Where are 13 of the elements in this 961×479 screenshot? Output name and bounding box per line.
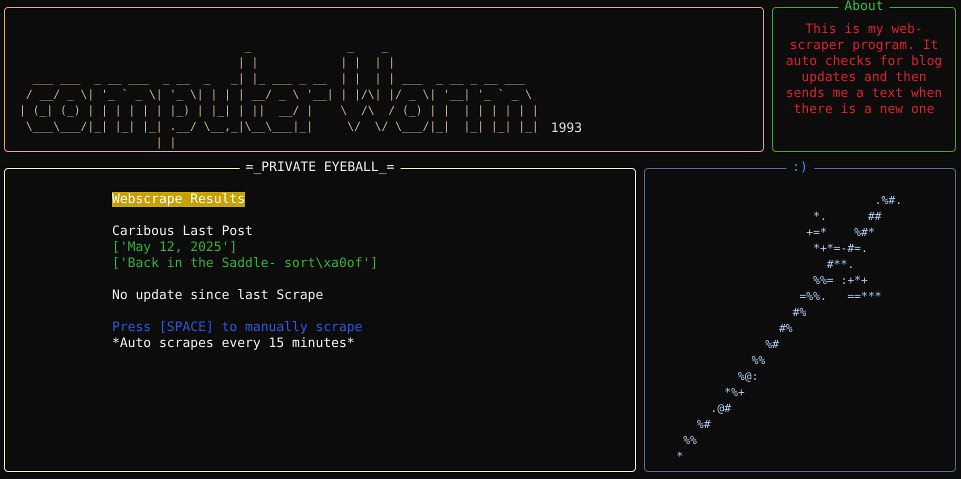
ascii-art-title: _ _ _ | | | | | | ___ ___ _ __ ___ _ __ _ _| |_ ___ _ __ | | | | ___ _ __ _ __ ___ / __/ _ \| '_ ` _ \| '_ \| | | | __/ _ \ '__| | |/\| |/ _ \| '__| '_ ` _ \ | (_| (_) | | | | | | |_) | |_| | || __/ | \ /\ / (_) | | | | | | | | \___\___/|_| |_| |_| .__/ \__,_|\__\___|_| \/ \/ \___/|_| |_| |_| |_| | | (19, 38, 539, 151)
result-line: ['Back in the Saddle- sort\xa0of'] (112, 256, 378, 271)
result-line: ['May 12, 2025'] (112, 240, 238, 255)
about-text: This is my web-scraper program. It auto checks for blog updates and then sends me a text when there is a new one (784, 22, 944, 118)
hint-text: Press [SPACE] to manually scrape (112, 320, 362, 335)
status-text: No update since last Scrape (112, 288, 324, 303)
status-text: Caribous Last Post (112, 224, 253, 239)
panel-title: =_PRIVATE EYEBALL_= (240, 160, 400, 176)
year-label: 1993 (550, 121, 582, 137)
status-text: *Auto scrapes every 15 minutes* (112, 336, 355, 351)
panel-title: :) (786, 160, 814, 176)
results-heading: Webscrape Results (112, 192, 246, 207)
ascii-art-drawing: .%#. *. ## +=* %#* *+*=-#=. #**. %%= :+*+ =%%. ==*** #% #% %# %% %@: *%+ .@# %# %% * (675, 192, 904, 464)
